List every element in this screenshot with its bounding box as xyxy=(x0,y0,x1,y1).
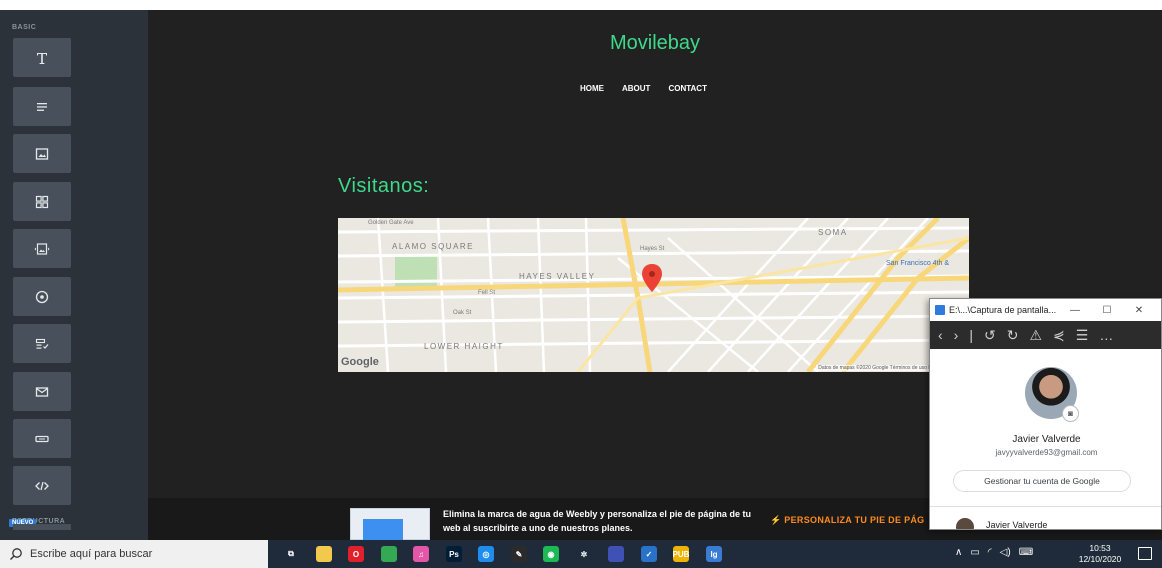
account-avatar[interactable] xyxy=(956,518,974,529)
slideshow-tool-button[interactable] xyxy=(13,229,71,268)
structure-tool-button[interactable] xyxy=(13,524,71,530)
more-icon[interactable]: … xyxy=(1099,328,1113,342)
embed-code-tool-button[interactable] xyxy=(13,466,71,505)
windows-taskbar: Escribe aquí para buscar ⧉ O ♫ Ps ◎ ✎ ◉ ✲ ✓ PUB lg… xyxy=(0,540,1162,568)
site-nav: HOME ABOUT CONTACT xyxy=(580,84,707,93)
clock-date: 12/10/2020 xyxy=(1078,554,1122,564)
map-label-hayes-st: Hayes St xyxy=(640,246,665,252)
text-icon xyxy=(37,52,47,64)
nav-home[interactable]: HOME xyxy=(580,84,604,93)
user-name: Javier Valverde xyxy=(1012,434,1081,445)
mail-icon xyxy=(35,386,49,397)
volume-icon[interactable]: ◁) xyxy=(1000,547,1011,558)
map-label-soma: SOMA xyxy=(818,228,848,237)
gallery-tool-button[interactable] xyxy=(13,182,71,221)
battery-icon[interactable]: ▭ xyxy=(970,547,979,558)
map-label-oak: Oak St xyxy=(453,310,472,316)
window-title: E:\...\Captura de pantalla... xyxy=(949,305,1057,315)
form-icon xyxy=(35,338,49,349)
image-icon xyxy=(35,147,49,160)
instagram-icon[interactable]: ◎ xyxy=(478,546,494,562)
promo-text: Elimina la marca de agua de Weebly y per… xyxy=(443,509,751,533)
nav-contact[interactable]: CONTACT xyxy=(668,84,707,93)
maximize-button[interactable]: ☐ xyxy=(1091,305,1123,316)
taskbar-search[interactable]: Escribe aquí para buscar xyxy=(0,540,268,568)
paragraph-tool-button[interactable] xyxy=(13,87,71,126)
mirror-icon[interactable]: ⋞ xyxy=(1053,328,1065,342)
alamo-square-park xyxy=(395,254,437,290)
map-label-alamo: ALAMO SQUARE xyxy=(392,242,475,251)
flip-icon[interactable]: ⚠ xyxy=(1029,328,1042,342)
button-tool-button[interactable] xyxy=(13,419,71,458)
image-viewer-icon[interactable]: lg xyxy=(706,546,722,562)
file-explorer-icon[interactable] xyxy=(316,546,332,562)
settings-icon[interactable]: ✲ xyxy=(576,546,592,562)
paragraph-icon xyxy=(37,102,47,111)
slideshow-icon xyxy=(34,242,50,255)
app-blue-icon[interactable] xyxy=(608,546,624,562)
manage-account-button[interactable]: Gestionar tu cuenta de Google xyxy=(953,470,1131,492)
keyboard-icon[interactable]: ⌨ xyxy=(1019,547,1033,558)
chevron-up-icon[interactable]: ∧ xyxy=(955,547,962,558)
notification-icon[interactable] xyxy=(1138,547,1152,560)
close-button[interactable]: ✕ xyxy=(1123,305,1155,316)
itunes-icon[interactable]: ♫ xyxy=(413,546,429,562)
system-tray: ∧ ▭ ◜ ◁) ⌨ xyxy=(955,547,1033,558)
separator: | xyxy=(969,327,973,343)
gallery-icon xyxy=(35,195,49,208)
screen: BASIC ESTRUCTURA NUEVO Movilebay HOME AB… xyxy=(0,0,1162,568)
map-label-golden-gate: Golden Gate Ave xyxy=(368,220,414,226)
minimize-button[interactable]: — xyxy=(1059,305,1091,316)
rotate-right-icon[interactable]: ↻ xyxy=(1007,328,1019,342)
google-logo[interactable]: Google xyxy=(341,356,379,368)
opera-icon[interactable]: O xyxy=(348,546,364,562)
divider xyxy=(930,506,1161,507)
section-basic-heading: BASIC xyxy=(12,24,37,31)
task-view-icon[interactable]: ⧉ xyxy=(283,546,299,562)
builder-sidebar: BASIC ESTRUCTURA xyxy=(0,10,148,540)
viewer-toolbar: ‹ › | ↺ ↻ ⚠ ⋞ ☰ … xyxy=(930,321,1161,349)
promo-thumbnail xyxy=(350,508,430,541)
map-label-hayes-valley: HAYES VALLEY xyxy=(519,272,596,281)
text-tool-button[interactable] xyxy=(13,38,71,77)
account-list-name[interactable]: Javier Valverde xyxy=(986,520,1047,529)
site-title[interactable]: Movilebay xyxy=(148,32,1162,55)
map-label-lower-haight: LOWER HAIGHT xyxy=(424,342,504,351)
image-viewer-window: E:\...\Captura de pantalla... — ☐ ✕ ‹ › … xyxy=(929,298,1162,530)
pubg-icon[interactable]: PUB xyxy=(673,546,689,562)
menu-icon[interactable]: ☰ xyxy=(1076,328,1089,342)
taskbar-clock[interactable]: 10:53 12/10/2020 xyxy=(1070,543,1130,565)
button-icon xyxy=(35,435,49,442)
spotify-icon[interactable]: ◉ xyxy=(543,546,559,562)
map-label-sf-4th: San Francisco 4th & xyxy=(886,260,950,267)
clock-time: 10:53 xyxy=(1089,543,1111,553)
nav-about[interactable]: ABOUT xyxy=(622,84,650,93)
form-tool-button[interactable] xyxy=(13,324,71,363)
map-tool-button[interactable] xyxy=(13,277,71,316)
code-icon xyxy=(35,481,49,490)
search-icon xyxy=(10,548,22,560)
prev-icon[interactable]: ‹ xyxy=(938,328,943,342)
camera-icon[interactable]: ◙ xyxy=(1062,405,1079,422)
window-titlebar[interactable]: E:\...\Captura de pantalla... — ☐ ✕ xyxy=(930,299,1161,321)
rotate-left-icon[interactable]: ↺ xyxy=(984,328,996,342)
photoshop-icon[interactable]: Ps xyxy=(446,546,462,562)
user-email: javyyvalverde93@gmail.com xyxy=(995,448,1098,457)
app-icon xyxy=(935,305,945,315)
shield-app-icon[interactable]: ✓ xyxy=(641,546,657,562)
contact-tool-button[interactable] xyxy=(13,372,71,411)
wifi-icon[interactable]: ◜ xyxy=(988,547,992,558)
chrome-icon[interactable] xyxy=(381,546,397,562)
inkscape-icon[interactable]: ✎ xyxy=(511,546,527,562)
next-icon[interactable]: › xyxy=(954,328,959,342)
image-tool-button[interactable] xyxy=(13,134,71,173)
search-placeholder: Escribe aquí para buscar xyxy=(30,548,153,560)
map-pin-icon xyxy=(35,290,49,303)
embedded-map[interactable]: ALAMO SQUARE HAYES VALLEY LOWER HAIGHT S… xyxy=(338,218,969,372)
customize-footer-link[interactable]: ⚡ PERSONALIZA TU PIE DE PÁG xyxy=(770,515,925,526)
section-heading[interactable]: Visitanos: xyxy=(338,175,429,198)
map-label-fell: Fell St xyxy=(478,290,496,296)
